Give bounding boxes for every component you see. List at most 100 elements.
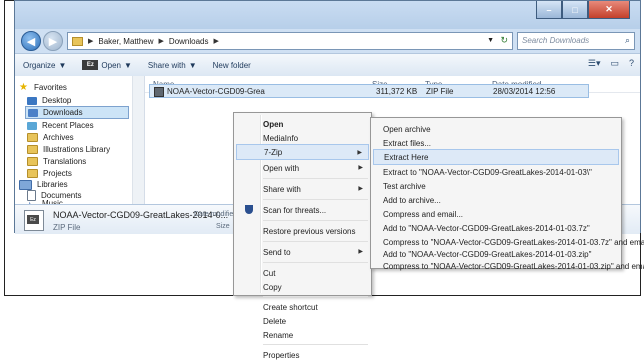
help-icon[interactable]: ? (629, 58, 634, 69)
organize-label: Organize (23, 60, 56, 70)
desktop-icon (27, 96, 37, 105)
menu-separator (263, 178, 368, 179)
sidebar-item-label: Recent Places (42, 121, 94, 130)
sidebar-item-label: Desktop (42, 96, 72, 105)
menu-item-label: 7-Zip (264, 147, 283, 157)
submenu-arrow-icon: ▶ (357, 150, 362, 156)
sidebar-item-downloads[interactable]: Downloads (25, 106, 129, 119)
menu-item-7zip[interactable]: 7-Zip ▶ (236, 144, 369, 160)
menu-item-scan-for-threats[interactable]: Scan for threats... (236, 202, 369, 218)
details-file-type: ZIP File (53, 223, 81, 232)
folder-icon (27, 145, 38, 154)
menu-item-label: Send to (263, 247, 291, 257)
submenu-item-compress-zip-email[interactable]: Compress to "NOAA-Vector-CGD09-GreatLake… (373, 258, 644, 274)
sidebar-item-favorites[interactable]: ★ Favorites (19, 81, 129, 94)
navigation-scrollbar[interactable] (132, 76, 144, 204)
sidebar-item-label: Translations (43, 157, 87, 166)
breadcrumb-chevron-icon: ▶ (158, 38, 164, 45)
search-input[interactable]: Search Downloads ⌕ (517, 32, 635, 50)
navigation-buttons: ◀ ▶ (21, 31, 63, 51)
menu-item-copy[interactable]: Copy (236, 279, 369, 295)
window-controls: – □ ✕ (536, 1, 630, 19)
submenu-arrow-icon: ▶ (358, 186, 363, 192)
recent-places-icon (27, 121, 37, 130)
organize-button[interactable]: Organize ▼ (15, 61, 74, 70)
menu-separator (263, 199, 368, 200)
menu-item-label: Share with (263, 184, 301, 194)
open-button[interactable]: Ez Open ▼ (74, 60, 140, 70)
menu-item-restore-previous-versions[interactable]: Restore previous versions (236, 223, 369, 239)
chevron-down-icon: ▼ (58, 60, 67, 70)
refresh-icon[interactable]: ↻ (500, 35, 508, 46)
menu-item-rename[interactable]: Rename (236, 327, 369, 343)
breadcrumb-chevron-icon: ▶ (88, 38, 94, 45)
folder-icon (27, 169, 38, 178)
view-options-icon[interactable]: ☰▾ (588, 58, 601, 69)
sevenzip-submenu: Open archive Extract files... Extract He… (370, 117, 644, 271)
sidebar-item-label: Downloads (43, 108, 83, 117)
navigation-pane: ★ Favorites Desktop Downloads Recent Pla… (15, 76, 145, 208)
title-bar: – □ ✕ (15, 1, 640, 29)
view-controls: ☰▾ ▭ ? (588, 58, 634, 69)
archive-app-icon: Ez (82, 60, 99, 70)
share-with-label: Share with (147, 60, 186, 70)
menu-separator (263, 344, 368, 345)
file-type: ZIP File (426, 87, 454, 96)
menu-item-share-with[interactable]: Share with ▶ (236, 181, 369, 197)
star-icon: ★ (19, 81, 28, 93)
sidebar-item-label: Favorites (34, 83, 67, 92)
submenu-arrow-icon: ▶ (358, 165, 363, 171)
file-row[interactable]: NOAA-Vector-CGD09-GreatLakes-2014-01-03 … (149, 84, 589, 98)
breadcrumb-chevron-icon: ▶ (213, 38, 219, 45)
command-toolbar: Organize ▼ Ez Open ▼ Share with ▼ New fo… (15, 53, 640, 77)
new-folder-label: New folder (212, 60, 251, 70)
search-placeholder: Search Downloads (522, 36, 590, 45)
details-modified-label: Date modified (194, 211, 238, 218)
zip-file-icon: Ez (24, 210, 44, 231)
new-folder-button[interactable]: New folder (205, 61, 259, 70)
menu-item-label: Scan for threats... (263, 205, 327, 215)
menu-separator (263, 220, 368, 221)
share-with-button[interactable]: Share with ▼ (140, 61, 205, 70)
file-size: 311,372 KB (376, 87, 418, 96)
folder-icon (72, 36, 83, 46)
shield-icon (245, 205, 253, 214)
history-dropdown-icon[interactable]: ▼ (487, 37, 494, 44)
chevron-down-icon: ▼ (188, 60, 197, 70)
file-name: NOAA-Vector-CGD09-GreatLakes-2014-01-03 (167, 87, 265, 96)
preview-pane-icon[interactable]: ▭ (610, 58, 619, 69)
folder-icon (27, 157, 38, 166)
menu-item-properties[interactable]: Properties (236, 347, 369, 363)
close-button[interactable]: ✕ (588, 1, 630, 19)
menu-separator (263, 296, 368, 297)
submenu-item-extract-here[interactable]: Extract Here (373, 149, 619, 165)
zip-file-icon (154, 87, 164, 97)
submenu-arrow-icon: ▶ (358, 249, 363, 255)
menu-item-send-to[interactable]: Send to ▶ (236, 244, 369, 260)
sidebar-item-label: Libraries (37, 180, 68, 189)
breadcrumb-item-downloads[interactable]: Downloads (169, 37, 209, 46)
menu-separator (263, 241, 368, 242)
sidebar-item-label: Projects (43, 169, 72, 178)
libraries-icon (19, 179, 32, 190)
archive-app-icon: Ez (27, 215, 39, 224)
menu-item-label: Open with (263, 163, 300, 173)
minimize-button[interactable]: – (536, 1, 562, 19)
menu-separator (263, 262, 368, 263)
open-label: Open (101, 60, 121, 70)
breadcrumb-item-user[interactable]: Baker, Matthew (98, 37, 153, 46)
folder-icon (27, 133, 38, 142)
context-menu: Open MediaInfo 7-Zip ▶ Open with ▶ Share… (233, 112, 372, 360)
chevron-down-icon: ▼ (123, 60, 132, 70)
forward-arrow-icon[interactable]: ▶ (43, 31, 63, 51)
downloads-icon (28, 108, 38, 117)
sidebar-item-label: Illustrations Library (43, 145, 111, 154)
search-icon: ⌕ (624, 35, 630, 45)
menu-item-open-with[interactable]: Open with ▶ (236, 160, 369, 176)
back-arrow-icon[interactable]: ◀ (21, 31, 41, 51)
details-size-label: Size (216, 223, 230, 230)
maximize-button[interactable]: □ (562, 1, 588, 19)
sidebar-item-label: Archives (43, 133, 74, 142)
address-bar[interactable]: ▶ Baker, Matthew ▶ Downloads ▶ ▼ ↻ (67, 32, 513, 50)
file-date: 28/03/2014 12:56 (493, 87, 556, 96)
